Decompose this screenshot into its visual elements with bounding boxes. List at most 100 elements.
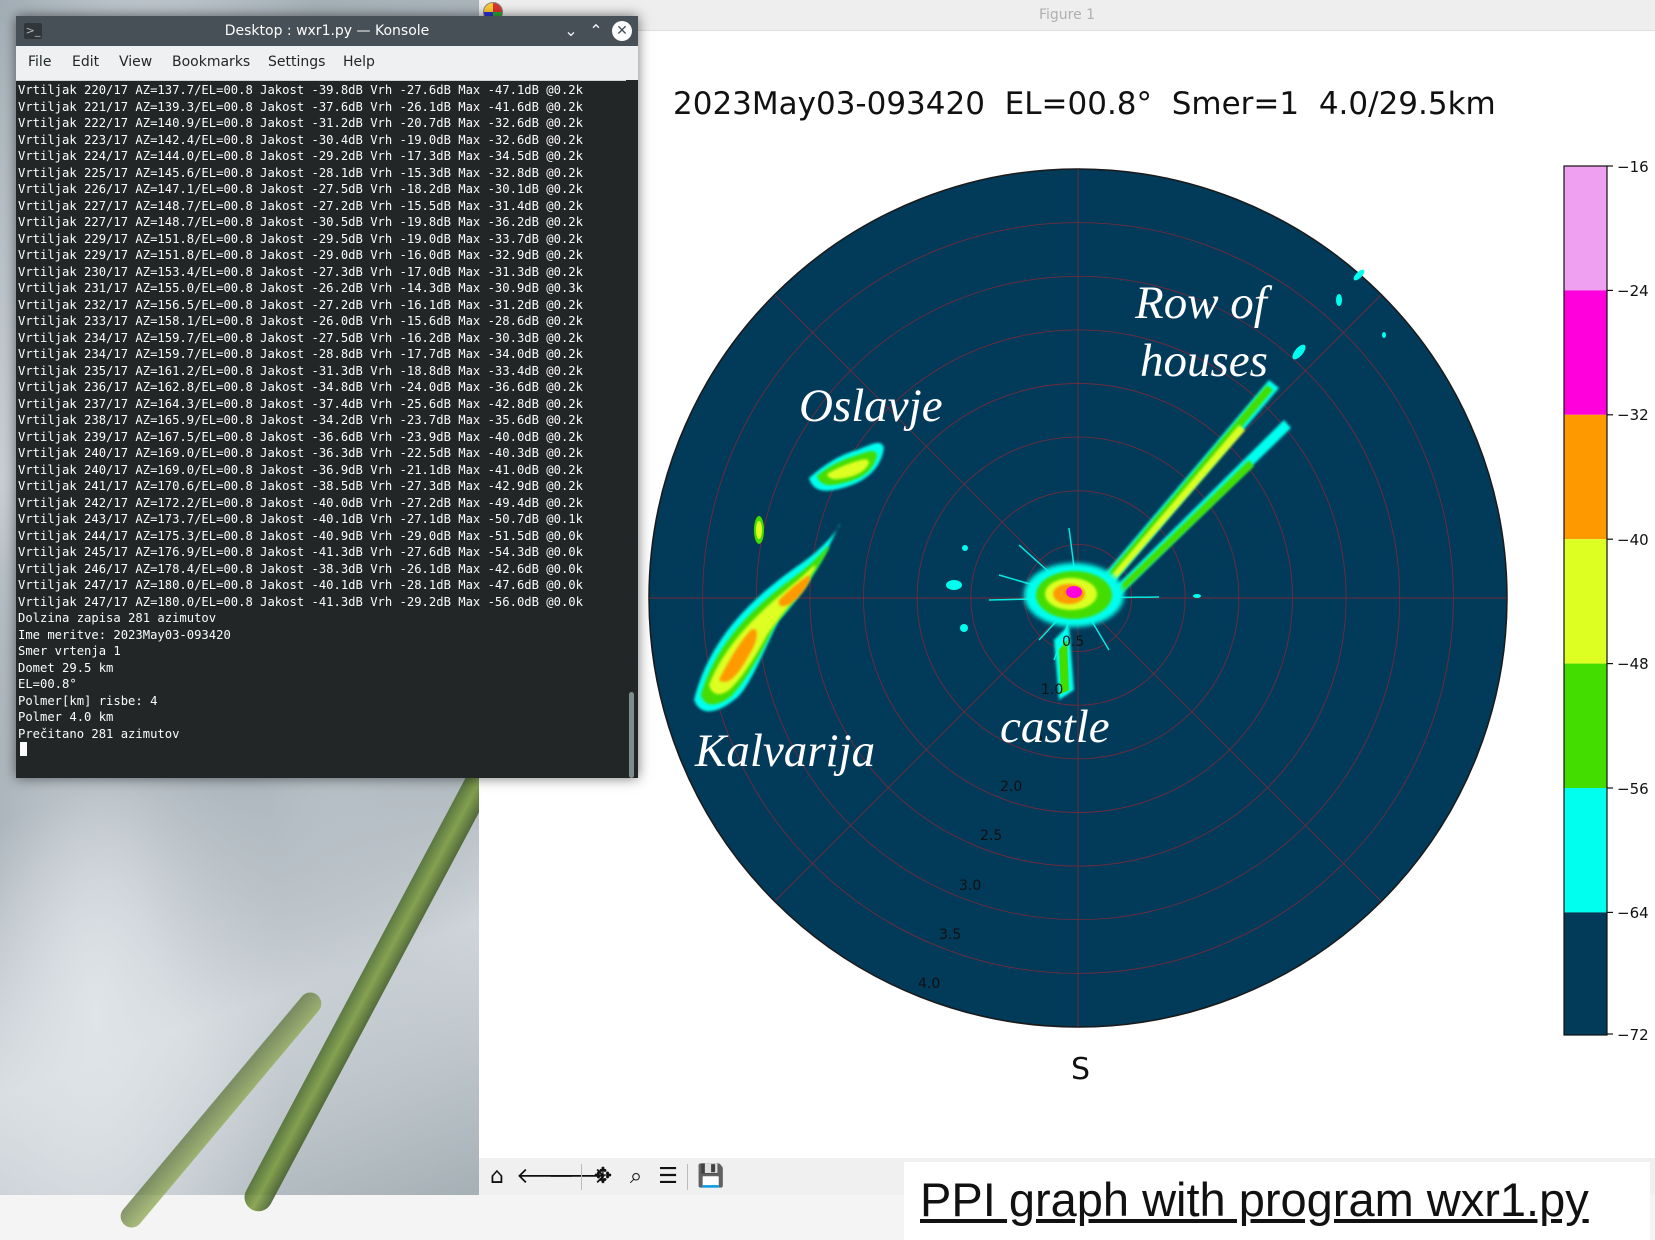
terminal-line: Vrtiljak 240/17 AZ=169.0/EL=00.8 Jakost … [18,462,583,477]
terminal-line: Vrtiljak 240/17 AZ=169.0/EL=00.8 Jakost … [18,446,583,460]
terminal-line: Vrtiljak 234/17 AZ=159.7/EL=00.8 Jakost … [18,330,583,345]
menu-help[interactable]: Help [343,54,375,70]
terminal-line: Vrtiljak 225/17 AZ=145.6/EL=00.8 Jakost … [18,165,583,180]
terminal-lines: Vrtiljak 220/17 AZ=137.7/EL=00.8 Jakost … [16,80,626,759]
terminal-line: Vrtiljak 239/17 AZ=167.5/EL=00.8 Jakost … [18,429,583,444]
terminal-line: Vrtiljak 246/17 AZ=178.4/EL=00.8 Jakost … [18,561,583,576]
menu-file[interactable]: File [28,54,51,70]
colorbar-segment [1564,912,1607,1035]
terminal-line: Polmer 4.0 km [18,710,114,724]
terminal-line: Vrtiljak 247/17 AZ=180.0/EL=00.8 Jakost … [18,578,583,592]
colorbar-tick-label: −32 [1617,406,1649,424]
colorbar-segment [1564,414,1607,540]
wallpaper-plant [239,743,509,1217]
menu-bookmarks[interactable]: Bookmarks [172,54,250,70]
annotation-oslavje: Oslavje [799,380,943,432]
terminal-line: Smer vrtenja 1 [18,644,121,658]
terminal-line: Vrtiljak 229/17 AZ=151.8/EL=00.8 Jakost … [18,231,583,246]
terminal-line: Vrtiljak 236/17 AZ=162.8/EL=00.8 Jakost … [18,380,583,394]
colorbar-tick-label: −16 [1617,158,1649,176]
colorbar-segment [1564,788,1607,913]
colorbar-tick-label: −56 [1617,780,1649,798]
forward-arrow-icon[interactable]: 🡒 [548,1164,607,1190]
terminal-line: Vrtiljak 231/17 AZ=155.0/EL=00.8 Jakost … [18,281,583,295]
figure-window: Figure 1 2023May03-093420 EL=00.8° Smer=… [479,0,1655,1195]
terminal-line: Vrtiljak 234/17 AZ=159.7/EL=00.8 Jakost … [18,347,583,361]
zoom-icon[interactable]: ⌕ [622,1164,650,1190]
terminal-line: Vrtiljak 244/17 AZ=175.3/EL=00.8 Jakost … [18,528,583,543]
direction-label-south: S [1071,1052,1091,1087]
colorbar-segment [1564,166,1607,291]
terminal-line: Vrtiljak 247/17 AZ=180.0/EL=00.8 Jakost … [18,594,583,609]
maximize-icon[interactable]: ⌃ [586,21,606,41]
terminal-line: Vrtiljak 242/17 AZ=172.2/EL=00.8 Jakost … [18,495,583,510]
terminal-scrollbar[interactable] [626,80,638,778]
colorbar-segment [1564,663,1607,788]
configure-subplots-icon[interactable]: ☰ [654,1164,682,1190]
terminal-line: Dolzina zapisa 281 azimutov [18,611,217,625]
terminal-cursor [20,742,27,756]
radial-tick-label: 0.5 [1062,634,1084,650]
terminal-line: Vrtiljak 229/17 AZ=151.8/EL=00.8 Jakost … [18,248,583,262]
konsole-window-title: Desktop : wxr1.py — Konsole [224,23,430,39]
colorbar-tick-label: −48 [1617,655,1649,673]
colorbar-tick-label: −40 [1617,531,1649,549]
menu-settings[interactable]: Settings [268,54,325,70]
home-icon[interactable]: ⌂ [483,1164,511,1190]
toolbar-separator [687,1164,688,1190]
terminal-line: Vrtiljak 243/17 AZ=173.7/EL=00.8 Jakost … [18,512,583,526]
terminal-line: Ime meritve: 2023May03-093420 [18,627,231,642]
caption-text: PPI graph with program wxr1.py [920,1173,1589,1226]
terminal-line: Vrtiljak 222/17 AZ=140.9/EL=00.8 Jakost … [18,116,583,130]
terminal-line: Vrtiljak 223/17 AZ=142.4/EL=00.8 Jakost … [18,132,583,147]
radial-tick-label: 3.5 [939,927,961,943]
minimize-icon[interactable]: ⌄ [561,21,581,41]
colorbar-segment [1564,539,1607,664]
save-icon[interactable]: 💾 [697,1164,725,1190]
terminal-output[interactable]: Vrtiljak 220/17 AZ=137.7/EL=00.8 Jakost … [16,80,626,776]
radial-tick-label: 2.5 [980,828,1002,844]
radial-tick-label: 4.0 [918,976,940,992]
terminal-line: Vrtiljak 237/17 AZ=164.3/EL=00.8 Jakost … [18,396,583,411]
radial-tick-label: 3.0 [959,878,981,894]
terminal-line: Vrtiljak 227/17 AZ=148.7/EL=00.8 Jakost … [18,215,583,229]
terminal-line: Vrtiljak 233/17 AZ=158.1/EL=00.8 Jakost … [18,314,583,328]
terminal-line: Vrtiljak 230/17 AZ=153.4/EL=00.8 Jakost … [18,264,583,279]
terminal-line: Vrtiljak 226/17 AZ=147.1/EL=00.8 Jakost … [18,182,583,196]
terminal-line: Vrtiljak 227/17 AZ=148.7/EL=00.8 Jakost … [18,198,583,213]
pan-icon[interactable]: ✥ [589,1164,617,1190]
terminal-line: Vrtiljak 238/17 AZ=165.9/EL=00.8 Jakost … [18,413,583,427]
caption-box: PPI graph with program wxr1.py [904,1162,1650,1240]
terminal-line: Vrtiljak 241/17 AZ=170.6/EL=00.8 Jakost … [18,479,583,493]
colorbar-tick-label: −24 [1617,282,1649,300]
colorbar-tick-label: −64 [1617,904,1649,922]
annotation-row-of-houses-line2: houses [1140,335,1268,387]
colorbar-tick-label: −72 [1617,1026,1649,1044]
radial-tick-label: 2.0 [1000,779,1022,795]
terminal-line: Domet 29.5 km [18,660,114,675]
back-arrow-icon[interactable]: 🡐 [516,1164,575,1190]
terminal-line: Vrtiljak 224/17 AZ=144.0/EL=00.8 Jakost … [18,149,583,163]
terminal-line: Prečitano 281 azimutov [18,726,180,741]
ppi-plot[interactable]: 0.5 1.0 1.5 2.0 2.5 3.0 3.5 4.0 Oslavje … [479,0,1655,1158]
konsole-menubar: File Edit View Bookmarks Settings Help [16,46,638,81]
terminal-line: Vrtiljak 221/17 AZ=139.3/EL=00.8 Jakost … [18,99,583,114]
konsole-titlebar[interactable]: >_ Desktop : wxr1.py — Konsole ⌄ ⌃ ✕ [16,16,638,46]
terminal-line: Vrtiljak 235/17 AZ=161.2/EL=00.8 Jakost … [18,363,583,378]
terminal-line: Vrtiljak 245/17 AZ=176.9/EL=00.8 Jakost … [18,545,583,559]
terminal-line: Polmer[km] risbe: 4 [18,693,158,708]
annotation-row-of-houses-line1: Row of [1134,277,1273,329]
terminal-line: EL=00.8° [18,677,77,691]
menu-edit[interactable]: Edit [72,54,99,70]
colorbar-segment [1564,290,1607,415]
toolbar-separator [581,1164,582,1190]
menu-view[interactable]: View [119,54,152,70]
close-icon[interactable]: ✕ [612,21,632,41]
terminal-line: Vrtiljak 220/17 AZ=137.7/EL=00.8 Jakost … [18,83,583,97]
annotation-kalvarija: Kalvarija [694,725,875,777]
colorbar: −16 −24 −32 −40 −48 −56 −64 −72 [1563,158,1649,1044]
konsole-window: >_ Desktop : wxr1.py — Konsole ⌄ ⌃ ✕ Fil… [16,16,638,778]
radial-tick-label: 1.0 [1041,682,1063,698]
terminal-line: Vrtiljak 232/17 AZ=156.5/EL=00.8 Jakost … [18,297,583,312]
scrollbar-thumb[interactable] [629,692,634,778]
